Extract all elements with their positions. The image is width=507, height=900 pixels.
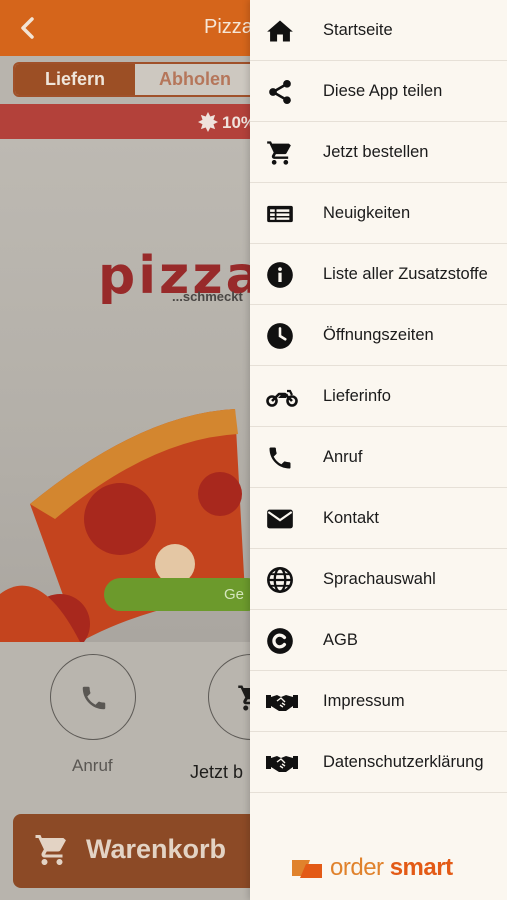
menu-item-startseite[interactable]: Startseite (250, 0, 507, 61)
globe-icon (267, 567, 293, 593)
delivery-mode-toggle: Liefern Abholen (13, 62, 257, 97)
menu-label: Liste aller Zusatzstoffe (323, 265, 488, 283)
menu-item-language[interactable]: Sprachauswahl (250, 549, 507, 610)
menu-item-imprint[interactable]: Impressum (250, 671, 507, 732)
call-button[interactable] (50, 654, 136, 740)
open-status-pill[interactable]: Ge (104, 578, 264, 611)
menu-label: Startseite (323, 21, 393, 39)
cart-icon (35, 835, 66, 865)
ordersmart-wordmark: order smart (330, 854, 453, 881)
phone-icon (269, 447, 291, 469)
menu-item-privacy[interactable]: Datenschutzerklärung (250, 732, 507, 793)
motorcycle-icon (266, 389, 298, 407)
handshake-icon (266, 695, 298, 711)
ordersmart-mark-icon (292, 860, 322, 878)
menu-item-contact[interactable]: Kontakt (250, 488, 507, 549)
menu-label: Öffnungszeiten (323, 326, 434, 344)
call-label: Anruf (72, 756, 113, 775)
home-icon (267, 20, 293, 42)
menu-item-additives[interactable]: Liste aller Zusatzstoffe (250, 244, 507, 305)
cart-button[interactable]: Warenkorb (13, 814, 263, 888)
back-arrow-icon[interactable] (14, 14, 42, 42)
menu-item-delivery-info[interactable]: Lieferinfo (250, 366, 507, 427)
tab-delivery[interactable]: Liefern (15, 64, 135, 95)
clock-icon (267, 323, 293, 349)
menu-item-news[interactable]: Neuigkeiten (250, 183, 507, 244)
app-title: Pizza (204, 16, 253, 38)
navigation-drawer: Startseite Diese App teilen Jetzt bestel… (250, 0, 507, 900)
menu-label: Jetzt bestellen (323, 143, 429, 161)
menu-label: Datenschutzerklärung (323, 753, 484, 771)
copyright-icon (267, 628, 293, 654)
share-icon (269, 79, 291, 105)
cart-label: Warenkorb (86, 834, 227, 864)
menu-item-terms[interactable]: AGB (250, 610, 507, 671)
open-status-text: Ge (224, 586, 245, 603)
info-icon (267, 262, 293, 288)
handshake-icon (266, 756, 298, 772)
menu-item-opening-hours[interactable]: Öffnungszeiten (250, 305, 507, 366)
menu-item-share[interactable]: Diese App teilen (250, 61, 507, 122)
menu-label: Impressum (323, 692, 405, 710)
order-now-label: Jetzt b (190, 762, 244, 782)
menu-item-order-now[interactable]: Jetzt bestellen (250, 122, 507, 183)
menu-label: Neuigkeiten (323, 204, 411, 222)
menu-label: Lieferinfo (323, 387, 391, 405)
badge-icon (198, 112, 218, 132)
menu-item-call[interactable]: Anruf (250, 427, 507, 488)
newspaper-icon (267, 205, 293, 223)
menu-label: Kontakt (323, 509, 379, 527)
brand-tagline: ...schmeckt (172, 289, 243, 304)
menu-label: Anruf (323, 448, 363, 466)
phone-icon (82, 686, 106, 710)
menu-label: AGB (323, 631, 358, 649)
tab-pickup[interactable]: Abholen (135, 64, 255, 95)
menu-label: Sprachauswahl (323, 570, 436, 588)
menu-label: Diese App teilen (323, 82, 443, 100)
envelope-icon (267, 509, 293, 529)
cart-icon (267, 141, 291, 165)
